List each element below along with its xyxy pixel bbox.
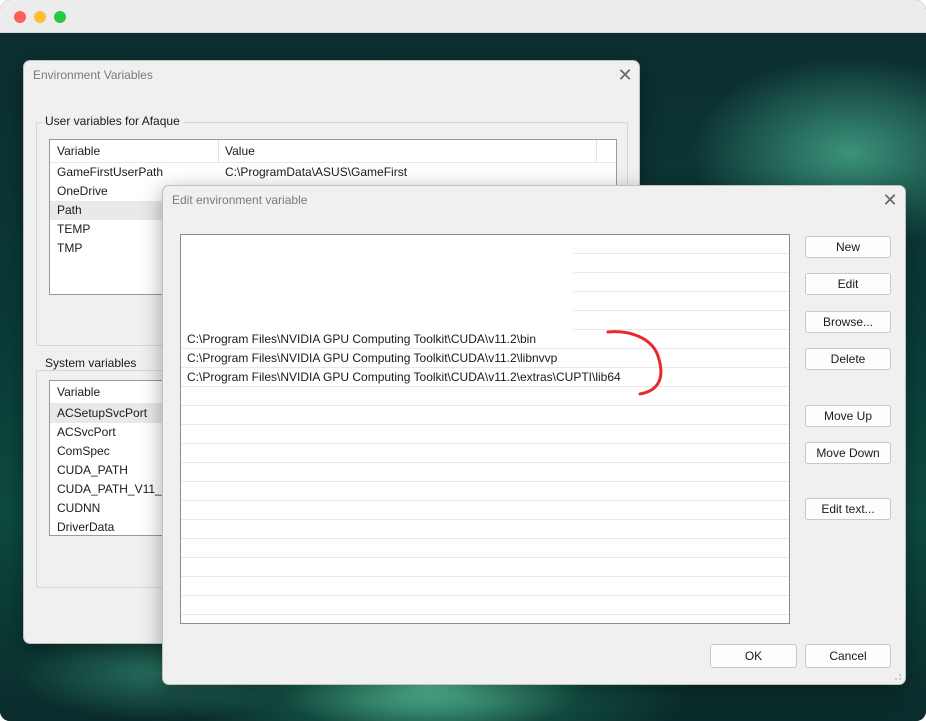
list-item[interactable]: GameFirstUserPath C:\ProgramData\ASUS\Ga… [50, 163, 616, 182]
dialog-title: Environment Variables [33, 68, 153, 82]
system-variables-label: System variables [42, 356, 140, 370]
list-item[interactable] [181, 501, 789, 520]
list-item[interactable] [181, 558, 789, 577]
list-item[interactable] [181, 406, 789, 425]
move-down-button[interactable]: Move Down [805, 442, 891, 464]
list-item[interactable] [181, 444, 789, 463]
list-item[interactable] [181, 596, 789, 615]
list-item[interactable]: C:\Program Files\NVIDIA GPU Computing To… [181, 368, 789, 387]
new-button[interactable]: New [805, 236, 891, 258]
list-item[interactable] [181, 310, 789, 330]
user-variables-label: User variables for Afaque [42, 114, 183, 128]
dialog-title: Edit environment variable [172, 193, 308, 207]
resize-grip-icon[interactable] [894, 673, 902, 681]
list-header: Variable Value [50, 140, 616, 163]
list-item[interactable] [181, 520, 789, 539]
move-up-button[interactable]: Move Up [805, 405, 891, 427]
red-brace-annotation [606, 330, 663, 396]
window-titlebar [0, 0, 926, 33]
column-value[interactable]: Value [225, 144, 255, 158]
list-item[interactable] [181, 235, 789, 254]
list-item[interactable] [181, 253, 789, 273]
delete-button[interactable]: Delete [805, 348, 891, 370]
cancel-button[interactable]: Cancel [805, 644, 891, 668]
list-item[interactable]: C:\Program Files\NVIDIA GPU Computing To… [181, 349, 789, 368]
list-item[interactable] [181, 463, 789, 482]
close-icon[interactable]: ✕ [879, 190, 901, 210]
zoom-window-button[interactable] [54, 11, 66, 23]
list-item[interactable] [181, 482, 789, 501]
list-item[interactable] [181, 425, 789, 444]
close-window-button[interactable] [14, 11, 26, 23]
list-item[interactable]: C:\Program Files\NVIDIA GPU Computing To… [181, 330, 789, 349]
minimize-window-button[interactable] [34, 11, 46, 23]
path-entries-list[interactable]: C:\Program Files\NVIDIA GPU Computing To… [180, 234, 790, 624]
close-icon[interactable]: ✕ [614, 65, 636, 85]
ok-button[interactable]: OK [710, 644, 797, 668]
list-item[interactable] [181, 387, 789, 406]
edit-button[interactable]: Edit [805, 273, 891, 295]
list-item[interactable] [181, 291, 789, 311]
column-variable[interactable]: Variable [57, 144, 100, 158]
list-item[interactable] [181, 539, 789, 558]
edit-text-button[interactable]: Edit text... [805, 498, 891, 520]
mac-window: Environment Variables ✕ User variables f… [0, 0, 926, 721]
list-item[interactable] [181, 577, 789, 596]
list-item[interactable] [181, 272, 789, 292]
edit-environment-variable-dialog: Edit environment variable ✕ C:\Program F… [162, 185, 906, 685]
browse-button[interactable]: Browse... [805, 311, 891, 333]
column-variable[interactable]: Variable [57, 385, 100, 399]
